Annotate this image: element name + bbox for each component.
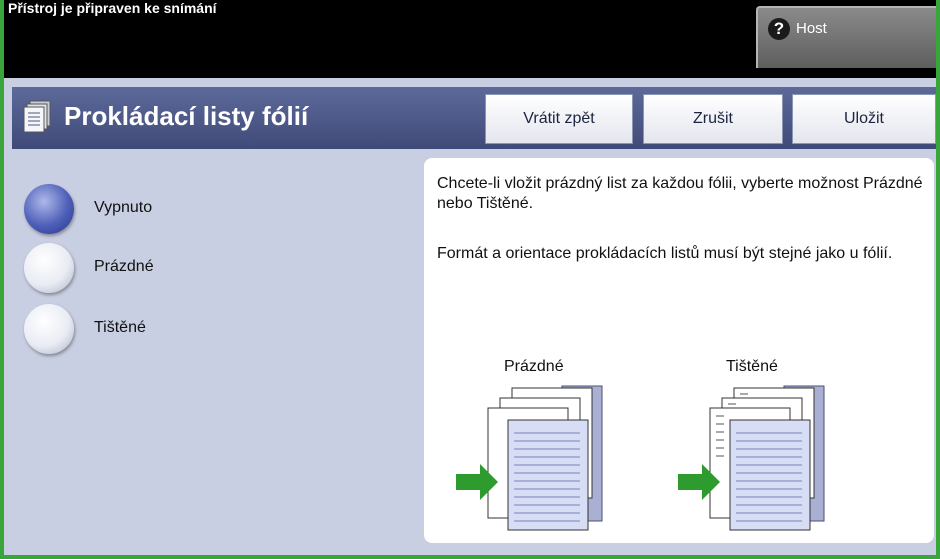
undo-button[interactable]: Vrátit zpět: [485, 94, 633, 144]
radio-unselected-icon[interactable]: [24, 243, 74, 293]
info-panel: Chcete-li vložit prázdný list za každou …: [424, 158, 934, 543]
illustration-label: Tištěné: [726, 358, 778, 375]
app-frame: Přístroj je připraven ke snímání ? Host …: [0, 0, 940, 559]
illustration-label: Prázdné: [504, 358, 564, 375]
blank-separator-illustration: [456, 385, 603, 531]
option-label: Vypnuto: [94, 199, 153, 216]
main-panel: Prokládací listy fólií Vrátit zpět Zruši…: [4, 78, 936, 555]
save-button[interactable]: Uložit: [792, 94, 936, 144]
info-text: Chcete-li vložit prázdný list za každou …: [437, 175, 923, 212]
option-blank[interactable]: Prázdné: [24, 243, 204, 295]
host-label: Host: [796, 20, 827, 37]
transparency-separators-icon: [23, 100, 51, 133]
cancel-button[interactable]: Zrušit: [643, 94, 783, 144]
option-label: Tištěné: [94, 319, 146, 336]
radio-unselected-icon[interactable]: [24, 304, 74, 354]
status-bar: Přístroj je připraven ke snímání ? Host: [4, 0, 936, 78]
info-text: Formát a orientace prokládacích listů mu…: [437, 245, 893, 262]
option-printed[interactable]: Tištěné: [24, 304, 204, 356]
radio-selected-icon[interactable]: [24, 184, 74, 234]
title-bar: Prokládací listy fólií Vrátit zpět Zruši…: [12, 87, 936, 149]
printed-separator-illustration: [678, 385, 825, 531]
option-off[interactable]: Vypnuto: [24, 184, 204, 236]
status-message: Přístroj je připraven ke snímání: [8, 0, 217, 16]
option-label: Prázdné: [94, 258, 154, 275]
help-icon: ?: [768, 18, 790, 40]
page-title: Prokládací listy fólií: [64, 101, 309, 131]
host-button[interactable]: ? Host: [756, 6, 936, 68]
